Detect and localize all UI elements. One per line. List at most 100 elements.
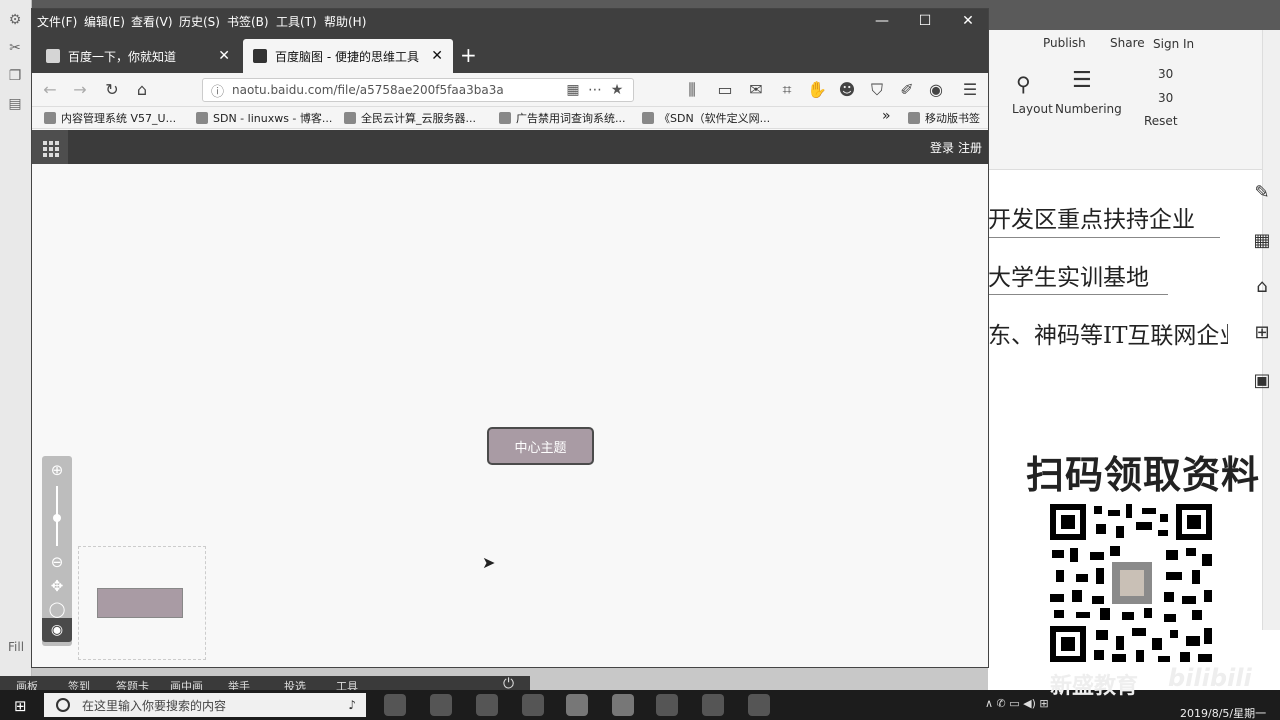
table-icon: ▦ bbox=[1253, 230, 1271, 251]
app-icon[interactable] bbox=[476, 694, 498, 716]
fit-view-icon[interactable]: ◯ bbox=[47, 599, 67, 619]
bookmark-item[interactable]: SDN - linuxws - 博客... bbox=[196, 110, 332, 126]
home-icon[interactable]: ⌂ bbox=[132, 80, 152, 100]
qr-code bbox=[1046, 500, 1216, 666]
qr-title: 扫码领取资料 bbox=[1026, 453, 1261, 497]
app-icon[interactable] bbox=[748, 694, 770, 716]
mindmap-canvas[interactable]: 中心主题 ⊕ ⊖ ✥ ◯ ◉ ➤ bbox=[32, 164, 988, 667]
numbering-button[interactable]: Numbering bbox=[1055, 102, 1122, 116]
home-icon: ⌂ bbox=[1256, 276, 1268, 297]
search-icon bbox=[56, 698, 70, 712]
qr-code-icon[interactable]: ▦ bbox=[562, 82, 584, 98]
mobile-bookmarks[interactable]: 移动版书签 bbox=[908, 110, 980, 126]
tab-naotu[interactable]: 百度脑图 - 便捷的思维工具 ✕ bbox=[243, 39, 453, 73]
minimap[interactable] bbox=[78, 546, 206, 660]
doc-rule bbox=[988, 237, 1220, 238]
publish-button[interactable]: Publish bbox=[1043, 36, 1086, 50]
app-icon[interactable] bbox=[656, 694, 678, 716]
value-field-2[interactable]: 30 bbox=[1158, 91, 1173, 105]
bookmark-item[interactable]: 内容管理系统 V57_U... bbox=[44, 110, 176, 126]
menu-help[interactable]: 帮助(H) bbox=[324, 13, 366, 30]
bookmark-item[interactable]: 《SDN（软件定义网... bbox=[642, 110, 770, 126]
taskbar-search[interactable]: 在这里输入你要搜索的内容 ♪ bbox=[44, 693, 366, 717]
bookmark-icon bbox=[642, 112, 654, 124]
app-icon[interactable] bbox=[522, 694, 544, 716]
library-icon[interactable]: ⫼ bbox=[682, 80, 702, 100]
bookmark-item[interactable]: 全民云计算_云服务器... bbox=[344, 110, 476, 126]
note-icon[interactable]: ✐ bbox=[897, 80, 917, 100]
menu-history[interactable]: 历史(S) bbox=[179, 13, 220, 30]
value-field-1[interactable]: 30 bbox=[1158, 67, 1173, 81]
clock[interactable]: 2019/8/5/星期一 bbox=[1180, 705, 1266, 720]
app-icon[interactable] bbox=[612, 694, 634, 716]
calendar-icon: ▣ bbox=[1253, 370, 1271, 391]
numbering-icon: ☰ bbox=[1072, 68, 1092, 93]
tab-baidu[interactable]: 百度一下，你就知道 ✕ bbox=[36, 39, 240, 73]
layout-icon: ⚲ bbox=[1016, 72, 1031, 96]
more-icon[interactable]: ⋯ bbox=[584, 82, 606, 98]
center-topic-node[interactable]: 中心主题 bbox=[487, 427, 594, 465]
copy-icon: ❐ bbox=[8, 68, 22, 84]
shield-icon[interactable]: ⛉ bbox=[867, 80, 887, 100]
windows-start-icon[interactable]: ⊞ bbox=[14, 697, 27, 715]
menu-edit[interactable]: 编辑(E) bbox=[84, 13, 125, 30]
bookmark-star-icon[interactable]: ★ bbox=[606, 82, 628, 98]
tab-strip: 百度一下，你就知道 ✕ 百度脑图 - 便捷的思维工具 ✕ + bbox=[32, 33, 988, 73]
account-icon[interactable]: ◉ bbox=[926, 80, 946, 100]
bookmarks-overflow-button[interactable]: » bbox=[882, 108, 891, 124]
zoom-slider-handle[interactable] bbox=[53, 514, 61, 522]
sign-in-button[interactable]: Sign In bbox=[1153, 37, 1194, 51]
bookmark-icon bbox=[196, 112, 208, 124]
microphone-icon[interactable]: ♪ bbox=[348, 698, 356, 712]
app-icon[interactable] bbox=[384, 694, 406, 716]
add-icon: ⊞ bbox=[1254, 322, 1270, 343]
background-left-toolbar: ⚙ ✂ ❐ ▤ bbox=[0, 0, 32, 690]
apps-grid-icon[interactable] bbox=[32, 130, 68, 164]
move-icon[interactable]: ✥ bbox=[47, 576, 67, 596]
system-tray[interactable]: ∧ ✆ ▭ ◀) ⊞ bbox=[985, 697, 1049, 710]
bookmark-item[interactable]: 广告禁用词查询系统... bbox=[499, 110, 626, 126]
gesture-icon[interactable]: ✋ bbox=[807, 80, 827, 100]
doc-line-3: 东、神码等IT互联网企业 bbox=[988, 323, 1228, 349]
login-link[interactable]: 登录 bbox=[930, 141, 954, 155]
menu-bookmarks[interactable]: 书签(B) bbox=[227, 13, 269, 30]
close-icon[interactable]: ✕ bbox=[958, 13, 978, 29]
app-icon[interactable] bbox=[430, 694, 452, 716]
layout-button[interactable]: Layout bbox=[1012, 102, 1053, 116]
menu-tools[interactable]: 工具(T) bbox=[276, 13, 317, 30]
url-bar[interactable]: ⓘ naotu.baidu.com/file/a5758ae200f5faa3b… bbox=[202, 78, 634, 102]
reload-icon[interactable]: ↻ bbox=[102, 80, 122, 100]
crop-icon[interactable]: ⌗ bbox=[777, 80, 797, 100]
eye-icon[interactable]: ◉ bbox=[42, 618, 72, 642]
share-button[interactable]: Share bbox=[1110, 36, 1145, 50]
tab-close-icon[interactable]: ✕ bbox=[218, 48, 230, 64]
back-icon[interactable]: ← bbox=[40, 80, 60, 100]
hamburger-menu-icon[interactable]: ☰ bbox=[960, 80, 980, 100]
search-placeholder: 在这里输入你要搜索的内容 bbox=[82, 698, 227, 713]
site-header: 登录 注册 bbox=[32, 130, 988, 164]
new-tab-button[interactable]: + bbox=[460, 43, 477, 67]
tab-close-icon[interactable]: ✕ bbox=[431, 48, 443, 64]
minimize-icon[interactable]: — bbox=[872, 13, 892, 29]
mobile-icon bbox=[908, 112, 920, 124]
forward-icon[interactable]: → bbox=[70, 80, 90, 100]
doc-line-2: 大学生实训基地 bbox=[988, 265, 1149, 291]
menu-file[interactable]: 文件(F) bbox=[37, 13, 77, 30]
register-link[interactable]: 注册 bbox=[958, 141, 982, 155]
url-text[interactable]: naotu.baidu.com/file/a5758ae200f5faa3ba3… bbox=[232, 83, 532, 97]
settings-icon: ⚙ bbox=[8, 12, 22, 28]
wechat-icon[interactable] bbox=[702, 694, 724, 716]
doc-line-1: 开发区重点扶持企业 bbox=[988, 207, 1195, 233]
extension-icon[interactable]: ☻ bbox=[837, 80, 857, 100]
zoom-in-icon[interactable]: ⊕ bbox=[47, 460, 67, 480]
app-icon[interactable] bbox=[566, 694, 588, 716]
menu-view[interactable]: 查看(V) bbox=[131, 13, 173, 30]
sidebar-icon[interactable]: ▭ bbox=[715, 80, 735, 100]
mouse-cursor-icon: ➤ bbox=[482, 553, 496, 572]
minimap-viewport[interactable] bbox=[97, 588, 183, 618]
maximize-icon[interactable]: ☐ bbox=[915, 13, 935, 29]
zoom-out-icon[interactable]: ⊖ bbox=[47, 552, 67, 572]
chat-icon[interactable]: ✉ bbox=[746, 80, 766, 100]
reset-button[interactable]: Reset bbox=[1144, 114, 1178, 128]
info-icon[interactable]: ⓘ bbox=[211, 81, 224, 100]
